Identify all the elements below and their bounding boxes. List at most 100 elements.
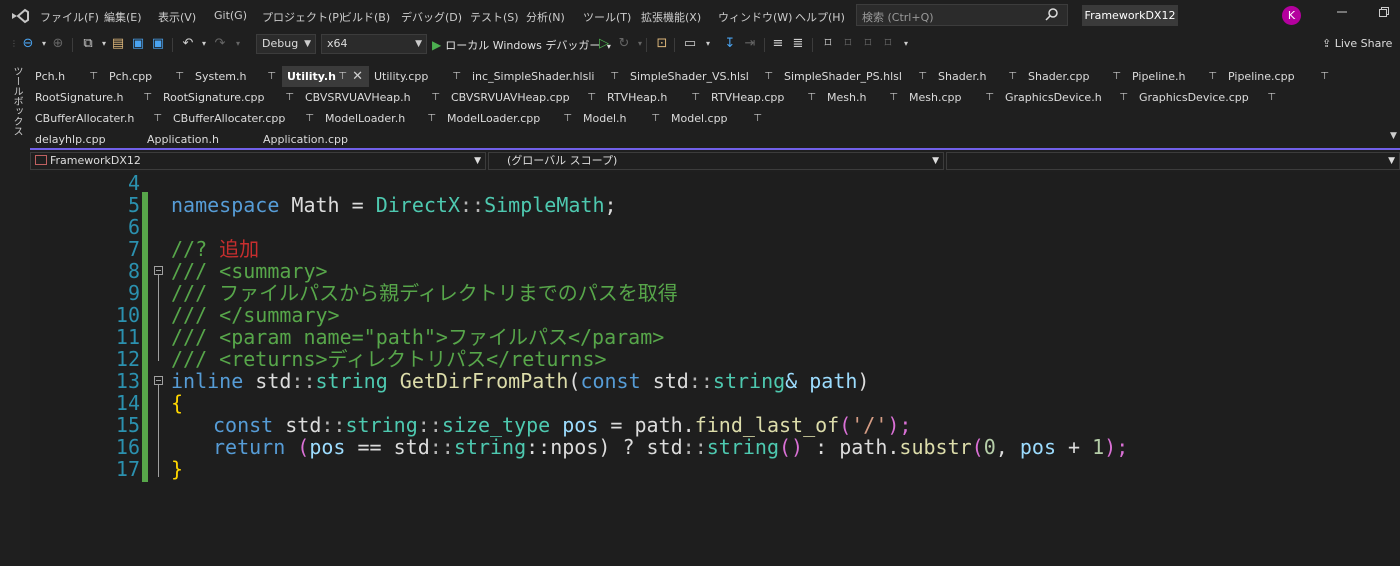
menu-build[interactable]: ビルド(B) — [341, 9, 390, 25]
pin-icon[interactable]: ⊤ — [452, 66, 461, 87]
menu-debug[interactable]: デバッグ(D) — [401, 9, 462, 25]
member-select[interactable]: ▼ — [946, 152, 1400, 170]
tab-modelloader-cpp[interactable]: ModelLoader.cpp ⊤ — [442, 108, 578, 129]
start-debugging-button[interactable]: ▶ ローカル Windows デバッガー ▾ — [432, 36, 611, 54]
pin-icon[interactable]: ⊤ — [1119, 87, 1128, 108]
save-all-icon[interactable]: ▣ — [150, 36, 166, 52]
visual-studio-logo-icon[interactable] — [10, 8, 30, 24]
pin-icon[interactable]: ⊤ — [753, 108, 762, 129]
redo-icon[interactable]: ↷ — [212, 36, 228, 52]
tab-rtvheap-cpp[interactable]: RTVHeap.cpp ⊤ — [706, 87, 822, 108]
pin-icon[interactable]: ⊤ — [1208, 66, 1217, 87]
tab-mesh-h[interactable]: Mesh.h ⊤ — [822, 87, 904, 108]
restore-button[interactable] — [1374, 6, 1394, 26]
tab-pch-h[interactable]: Pch.h ⊤ — [30, 66, 104, 87]
pin-icon[interactable]: ⊤ — [153, 108, 162, 129]
menu-git[interactable]: Git(G) — [214, 9, 247, 22]
menu-view[interactable]: 表示(V) — [158, 9, 196, 25]
pin-icon[interactable]: ⊤ — [427, 108, 436, 129]
tab-modelloader-h[interactable]: ModelLoader.h ⊤ — [320, 108, 442, 129]
open-folder-icon[interactable]: ▤ — [110, 36, 126, 52]
pin-icon[interactable]: ⊤ — [267, 66, 276, 87]
pin-icon[interactable]: ⊤ — [691, 87, 700, 108]
menu-analyze[interactable]: 分析(N) — [526, 9, 565, 25]
bookmark-clear-icon[interactable]: ⌑ — [880, 36, 896, 52]
tab-shader-h[interactable]: Shader.h ⊤ — [933, 66, 1023, 87]
avatar[interactable]: K — [1282, 6, 1301, 25]
tab-rootsignature-cpp[interactable]: RootSignature.cpp ⊤ — [158, 87, 300, 108]
pin-icon[interactable]: ⊤ — [89, 66, 98, 87]
tab-mesh-cpp[interactable]: Mesh.cpp ⊤ — [904, 87, 1000, 108]
menu-project[interactable]: プロジェクト(P) — [262, 9, 343, 25]
menu-extensions[interactable]: 拡張機能(X) — [641, 9, 701, 25]
pin-icon[interactable]: ⊤ — [431, 87, 440, 108]
solution-config-select[interactable]: Debug ▼ — [256, 34, 316, 54]
tab-simpleshader-vs-hlsl[interactable]: SimpleShader_VS.hlsl ⊤ — [625, 66, 779, 87]
pin-icon[interactable]: ⊤ — [285, 87, 294, 108]
pin-icon[interactable]: ⊤ — [807, 87, 816, 108]
new-project-icon[interactable]: ⧉ — [80, 36, 96, 52]
tab-graphicsdevice-cpp[interactable]: GraphicsDevice.cpp ⊤ — [1134, 87, 1282, 108]
tab-cbufferallocater-cpp[interactable]: CBufferAllocater.cpp ⊤ — [168, 108, 320, 129]
tab-inc-simpleshader-hlsli[interactable]: inc_SimpleShader.hlsli ⊤ — [467, 66, 625, 87]
pin-icon[interactable]: ⊤ — [610, 66, 619, 87]
menu-file[interactable]: ファイル(F) — [40, 9, 99, 25]
toolbox-tab[interactable]: ツールボックス — [9, 66, 24, 136]
tab-system-h[interactable]: System.h ⊤ — [190, 66, 282, 87]
tab-cbvsrvuavheap-cpp[interactable]: CBVSRVUAVHeap.cpp ⊤ — [446, 87, 602, 108]
step-over-icon[interactable]: ⇥ — [742, 36, 758, 52]
bookmark-icon[interactable]: ⌑ — [820, 36, 836, 52]
browse-icon[interactable]: ⊡ — [654, 36, 670, 52]
tab-utility-cpp[interactable]: Utility.cpp ⊤ — [369, 66, 467, 87]
pin-icon[interactable]: ⊤ — [918, 66, 927, 87]
redo-dropdown-icon[interactable]: ▾ — [230, 36, 246, 52]
minimize-button[interactable] — [1332, 6, 1352, 26]
tab-delayhlp-cpp[interactable]: delayhlp.cpp — [30, 129, 142, 150]
bookmark-next-icon[interactable]: ⌑ — [860, 36, 876, 52]
pin-icon[interactable]: ⊤ — [764, 66, 773, 87]
search-input[interactable]: 検索 (Ctrl+Q) — [856, 4, 1068, 26]
tab-utility-h[interactable]: Utility.h ⊤ ✕ — [282, 66, 369, 87]
menu-edit[interactable]: 編集(E) — [104, 9, 142, 25]
tab-overflow-chevron-icon[interactable]: ▼ — [1390, 131, 1397, 141]
layout-dropdown-icon[interactable]: ▾ — [700, 36, 716, 52]
platform-select[interactable]: x64 ▼ — [321, 34, 427, 54]
uncomment-lines-icon[interactable]: ≣ — [790, 36, 806, 52]
undo-icon[interactable]: ↶ — [180, 36, 196, 52]
scope-select[interactable]: (グローバル スコープ) ▼ — [488, 152, 944, 170]
bookmark-prev-icon[interactable]: ⌑ — [840, 36, 856, 52]
tab-pipeline-cpp[interactable]: Pipeline.cpp ⊤ — [1223, 66, 1335, 87]
pin-icon[interactable]: ⊤ — [651, 108, 660, 129]
tab-shader-cpp[interactable]: Shader.cpp ⊤ — [1023, 66, 1127, 87]
project-select[interactable]: FrameworkDX12 ▼ — [30, 152, 486, 170]
code-editor[interactable]: 4 5 6 7 8 9 10 11 12 13 14 15 16 17 name… — [30, 172, 1400, 566]
pin-icon[interactable]: ⊤ — [563, 108, 572, 129]
menu-window[interactable]: ウィンドウ(W) — [718, 9, 792, 25]
pin-icon[interactable]: ⊤ — [1267, 87, 1276, 108]
pin-icon[interactable]: ⊤ — [305, 108, 314, 129]
tab-application-h[interactable]: Application.h — [142, 129, 258, 150]
tab-cbvsrvuavheap-h[interactable]: CBVSRVUAVHeap.h ⊤ — [300, 87, 446, 108]
pin-icon[interactable]: ⊤ — [985, 87, 994, 108]
undo-dropdown-icon[interactable]: ▾ — [196, 36, 212, 52]
tab-model-cpp[interactable]: Model.cpp ⊤ — [666, 108, 768, 129]
pin-icon[interactable]: ⊤ — [587, 87, 596, 108]
tab-application-cpp[interactable]: Application.cpp — [258, 129, 378, 150]
pin-icon[interactable]: ⊤ — [1320, 66, 1329, 87]
toolbar-overflow-icon[interactable]: ▾ — [898, 36, 914, 52]
pin-icon[interactable]: ⊤ — [1008, 66, 1017, 87]
tab-cbufferallocater-h[interactable]: CBufferAllocater.h ⊤ — [30, 108, 168, 129]
tab-rtvheap-h[interactable]: RTVHeap.h ⊤ — [602, 87, 706, 108]
hot-reload-icon[interactable]: ↻ — [616, 36, 632, 52]
tab-pipeline-h[interactable]: Pipeline.h ⊤ — [1127, 66, 1223, 87]
tab-simpleshader-ps-hlsl[interactable]: SimpleShader_PS.hlsl ⊤ — [779, 66, 933, 87]
tab-pch-cpp[interactable]: Pch.cpp ⊤ — [104, 66, 190, 87]
live-share-button[interactable]: ⇪ Live Share — [1322, 37, 1392, 50]
pin-icon[interactable]: ⊤ — [338, 66, 347, 87]
pin-icon[interactable]: ⊤ — [175, 66, 184, 87]
pin-icon[interactable]: ⊤ — [889, 87, 898, 108]
navigate-back-icon[interactable]: ⊖ — [20, 36, 36, 52]
save-icon[interactable]: ▣ — [130, 36, 146, 52]
start-without-debugging-icon[interactable]: ▷ — [596, 36, 612, 52]
tab-model-h[interactable]: Model.h ⊤ — [578, 108, 666, 129]
